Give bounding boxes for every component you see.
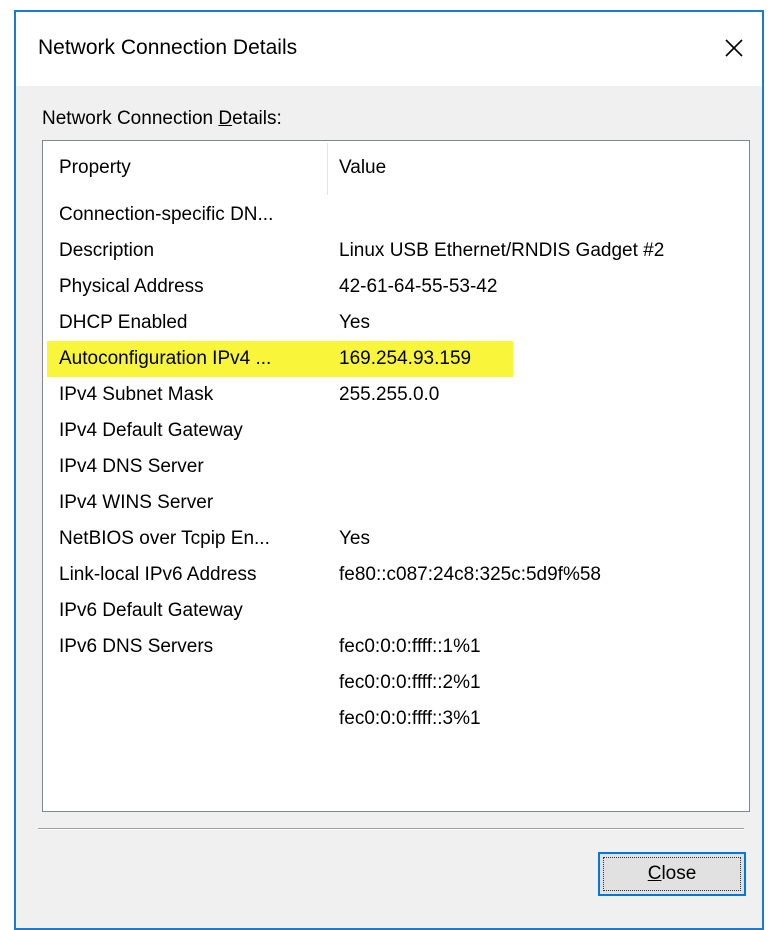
- window-title: Network Connection Details: [38, 36, 298, 59]
- row-property: Link-local IPv6 Address: [59, 564, 257, 585]
- list-item[interactable]: Connection-specific DN...: [43, 197, 749, 233]
- list-item[interactable]: IPv6 Default Gateway: [43, 593, 749, 629]
- list-item[interactable]: fec0:0:0:ffff::2%1: [43, 665, 749, 701]
- list-rows: Connection-specific DN... Description Linu…: [43, 197, 749, 737]
- row-value: fec0:0:0:ffff::1%1: [339, 636, 481, 657]
- list-item[interactable]: DHCP Enabled Yes: [43, 305, 749, 341]
- row-value: Yes: [339, 528, 370, 549]
- row-property: Autoconfiguration IPv4 ...: [59, 348, 272, 369]
- row-value: Yes: [339, 312, 370, 333]
- title-bar: Network Connection Details: [16, 12, 762, 86]
- column-divider[interactable]: [327, 143, 328, 195]
- column-header-property[interactable]: Property: [59, 157, 131, 179]
- group-label-accelerator: D: [218, 108, 233, 129]
- row-value: 42-61-64-55-53-42: [339, 276, 498, 297]
- row-property: Physical Address: [59, 276, 204, 297]
- close-button[interactable]: Close: [598, 852, 746, 896]
- list-item[interactable]: Physical Address 42-61-64-55-53-42: [43, 269, 749, 305]
- close-icon[interactable]: [716, 30, 752, 66]
- list-item[interactable]: IPv6 DNS Servers fec0:0:0:ffff::1%1: [43, 629, 749, 665]
- row-property: NetBIOS over Tcpip En...: [59, 528, 270, 549]
- details-group-label: Network Connection Details:: [42, 108, 282, 130]
- list-item[interactable]: IPv4 DNS Server: [43, 449, 749, 485]
- details-list-view[interactable]: Property Value Connection-specific DN...…: [42, 140, 750, 812]
- network-connection-details-dialog: Network Connection Details Network Conne…: [14, 10, 764, 930]
- list-item[interactable]: Link-local IPv6 Address fe80::c087:24c8:3…: [43, 557, 749, 593]
- row-value: 255.255.0.0: [339, 384, 440, 405]
- list-item[interactable]: IPv4 Default Gateway: [43, 413, 749, 449]
- column-header-value[interactable]: Value: [339, 157, 386, 179]
- list-header: Property Value: [43, 141, 749, 197]
- row-property: DHCP Enabled: [59, 312, 188, 333]
- close-label-rest: lose: [661, 863, 697, 884]
- row-value: fec0:0:0:ffff::3%1: [339, 708, 481, 729]
- list-item[interactable]: NetBIOS over Tcpip En... Yes: [43, 521, 749, 557]
- list-item[interactable]: Autoconfiguration IPv4 ... 169.254.93.159: [43, 341, 749, 377]
- row-property: IPv4 WINS Server: [59, 492, 214, 513]
- close-accelerator: C: [647, 863, 662, 884]
- list-item[interactable]: fec0:0:0:ffff::3%1: [43, 701, 749, 737]
- row-property: IPv6 Default Gateway: [59, 600, 243, 621]
- row-value: fe80::c087:24c8:325c:5d9f%58: [339, 564, 601, 585]
- list-item[interactable]: Description Linux USB Ethernet/RNDIS Gadg…: [43, 233, 749, 269]
- row-value: fec0:0:0:ffff::2%1: [339, 672, 481, 693]
- separator-line: [38, 828, 744, 830]
- row-property: IPv4 Default Gateway: [59, 420, 243, 441]
- screenshot-background: Network Connection Details Network Conne…: [0, 0, 775, 930]
- row-property: Connection-specific DN...: [59, 204, 274, 225]
- row-property: Description: [59, 240, 155, 261]
- row-property: IPv4 Subnet Mask: [59, 384, 214, 405]
- row-property: IPv6 DNS Servers: [59, 636, 214, 657]
- group-label-text: Network Connection: [42, 108, 219, 129]
- row-value: 169.254.93.159: [339, 348, 472, 369]
- row-property: IPv4 DNS Server: [59, 456, 204, 477]
- close-button-label: Close: [648, 863, 697, 885]
- row-value: Linux USB Ethernet/RNDIS Gadget #2: [339, 240, 665, 261]
- group-label-rest: etails:: [232, 108, 282, 129]
- list-item[interactable]: IPv4 WINS Server: [43, 485, 749, 521]
- list-item[interactable]: IPv4 Subnet Mask 255.255.0.0: [43, 377, 749, 413]
